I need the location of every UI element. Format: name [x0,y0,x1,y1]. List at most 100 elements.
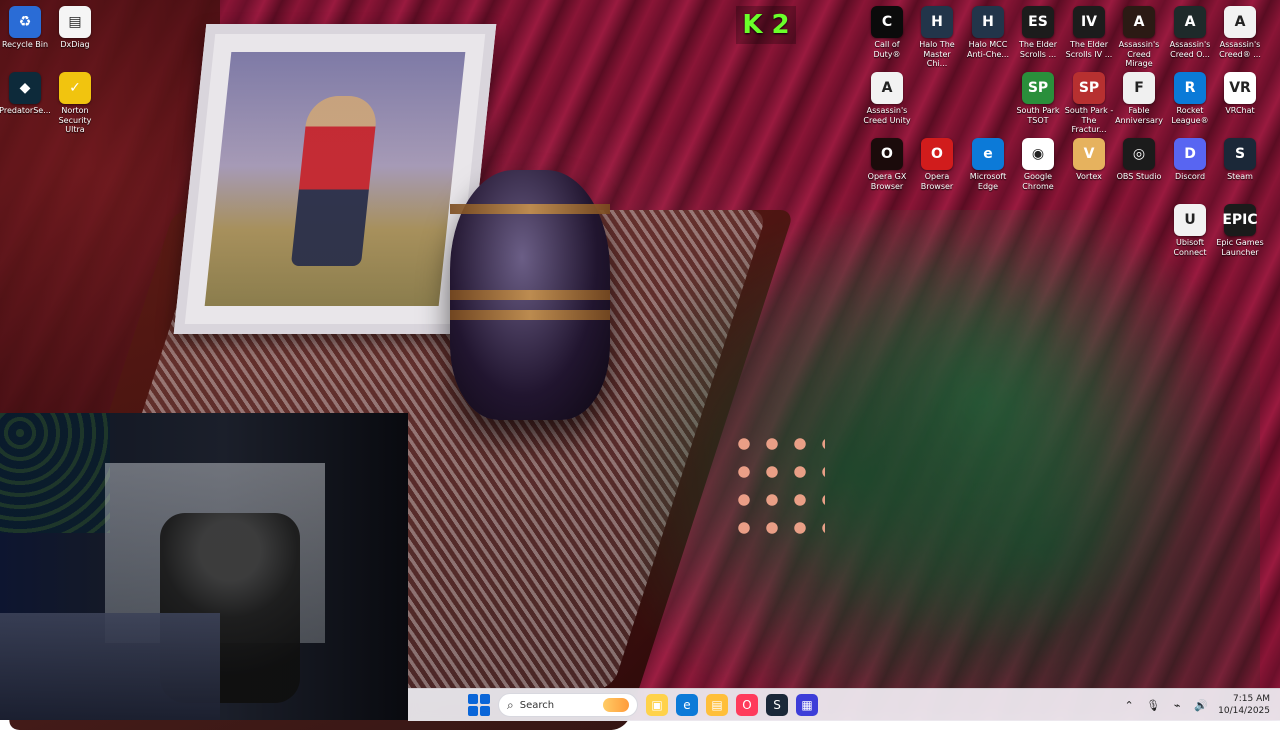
obs-icon: ◎ [1123,138,1155,170]
steam-icon: S [1224,138,1256,170]
folder-icon[interactable]: ▤ [706,694,728,716]
system-tray: ⌃ 🎙 ⌁ 🔊 7:15 AM 10/14/2025 [1122,693,1270,717]
desktop-icon-label: Opera GX Browser [867,172,907,191]
ubisoft-connect-icon: U [1174,204,1206,236]
desktop-icon[interactable]: ◎ OBS Studio [1114,138,1164,182]
assassins-creed-mirage-icon: A [1123,6,1155,38]
edge-icon: e [972,138,1004,170]
wifi-icon[interactable]: ⌁ [1170,698,1184,712]
desktop-icon-label: DxDiag [60,40,90,49]
webcam-bed [0,613,220,720]
webcam-overlay [0,413,408,720]
urn-band [450,204,610,214]
desktop-icon[interactable]: ♻ Recycle Bin [0,6,50,50]
urn-band [450,310,610,320]
desktop-icon[interactable]: ◉ Google Chrome [1013,138,1063,191]
vortex-icon: V [1073,138,1105,170]
desktop-icon-label: Vortex [1076,172,1102,181]
desktop-icon-label: South Park TSOT [1016,106,1060,125]
desktop-icon[interactable]: A Assassin's Creed® ... [1215,6,1265,59]
steam-icon[interactable]: S [766,694,788,716]
desktop-icon[interactable]: IV The Elder Scrolls IV ... [1064,6,1114,59]
taskbar-clock[interactable]: 7:15 AM 10/14/2025 [1218,693,1270,717]
clock-date: 10/14/2025 [1218,706,1270,716]
microphone-icon[interactable]: 🎙 [1146,698,1160,712]
desktop-icon[interactable]: ✓ Norton Security Ultra [50,72,100,135]
desktop-icon[interactable]: C Call of Duty® [862,6,912,59]
desktop-icon-label: Halo MCC Anti-Che... [967,40,1009,59]
desktop-icon[interactable]: ◆ PredatorSe... [0,72,51,116]
windows-start-icon[interactable] [468,694,490,716]
desktop-icon[interactable]: U Ubisoft Connect [1165,204,1215,257]
desktop-icon-label: Recycle Bin [1,40,49,49]
wallpaper-urn [450,170,610,420]
halo-mcc-icon: H [921,6,953,38]
desktop-icon-label: Halo The Master Chi... [919,40,955,68]
file-explorer-icon[interactable]: ▣ [646,694,668,716]
desktop-icon-label: PredatorSe... [0,106,51,115]
photo-person [290,96,379,266]
taskbar-left: ⌕ Search ▣ e ▤ O S ▦ [468,693,818,717]
taskbar: ⌕ Search ▣ e ▤ O S ▦ ⌃ 🎙 ⌁ 🔊 7:15 AM 10/14/20… [408,688,1280,721]
edge-icon[interactable]: e [676,694,698,716]
desktop-icon[interactable]: O Opera Browser [912,138,962,191]
wallpaper-photo [204,52,466,306]
desktop-icon[interactable]: SP South Park - The Fractur... [1064,72,1114,135]
desktop-icon[interactable]: VR VRChat [1215,72,1265,116]
desktop-icon-label: Assassin's Creed O... [1169,40,1211,59]
fable-icon: F [1123,72,1155,104]
desktop-badge: K 2 [736,6,796,44]
rocket-league-icon: R [1174,72,1206,104]
desktop-icon[interactable]: D Discord [1165,138,1215,182]
desktop-icon[interactable]: A Assassin's Creed O... [1165,6,1215,59]
assassins-creed-unity-icon: A [871,72,903,104]
norton-icon: ✓ [59,72,91,104]
document-icon: ▤ [59,6,91,38]
assassins-creed-origins-icon: A [1174,6,1206,38]
opera-icon[interactable]: O [736,694,758,716]
desktop-icon-label: Ubisoft Connect [1173,238,1207,257]
desktop-icon[interactable]: V Vortex [1064,138,1114,182]
wallpaper-flowers [730,430,825,540]
desktop-icon[interactable]: R Rocket League® [1165,72,1215,125]
app-icon[interactable]: ▦ [796,694,818,716]
desktop-icon-label: South Park - The Fractur... [1064,106,1114,134]
desktop-icon[interactable]: H Halo The Master Chi... [912,6,962,69]
predator-sense-icon: ◆ [9,72,41,104]
desktop-icon-label: Discord [1174,172,1206,181]
desktop-icon[interactable]: ▤ DxDiag [50,6,100,50]
desktop-icon[interactable]: A Assassin's Creed Mirage [1114,6,1164,69]
south-park-fractured-icon: SP [1073,72,1105,104]
desktop-icon-label: Epic Games Launcher [1216,238,1264,257]
desktop-icon[interactable]: A Assassin's Creed Unity [862,72,912,125]
desktop-icon-label: Assassin's Creed Unity [863,106,911,125]
desktop-icon-label: Fable Anniversary [1115,106,1163,125]
desktop-icon[interactable]: e Microsoft Edge [963,138,1013,191]
desktop-icon[interactable]: F Fable Anniversary [1114,72,1164,125]
south-park-tsot-icon: SP [1022,72,1054,104]
desktop-icon-label: Rocket League® [1171,106,1209,125]
desktop-icon-label: Assassin's Creed® ... [1219,40,1261,59]
webcam-curtain [0,413,110,533]
desktop-icon-label: Call of Duty® [873,40,901,59]
desktop-icon[interactable]: H Halo MCC Anti-Che... [963,6,1013,59]
urn-band [450,290,610,300]
taskbar-search[interactable]: ⌕ Search [498,693,638,717]
search-widget-icon [603,698,629,712]
desktop-icon[interactable]: S Steam [1215,138,1265,182]
desktop-icon-label: The Elder Scrolls ... [1019,40,1057,59]
desktop-icon[interactable]: ES The Elder Scrolls ... [1013,6,1063,59]
chevron-up-icon[interactable]: ⌃ [1122,698,1136,712]
assassins-creed-icon: A [1224,6,1256,38]
desktop-icon-label: VRChat [1225,106,1255,115]
desktop-icon-label: OBS Studio [1116,172,1162,181]
desktop-icon[interactable]: O Opera GX Browser [862,138,912,191]
opera-gx-icon: O [871,138,903,170]
speaker-icon[interactable]: 🔊 [1194,698,1208,712]
halo-anticheat-icon: H [972,6,1004,38]
wallpaper-photo-frame [173,24,497,334]
clock-time: 7:15 AM [1233,694,1270,704]
desktop-icon[interactable]: EPIC Epic Games Launcher [1215,204,1265,257]
desktop-icon[interactable]: SP South Park TSOT [1013,72,1063,125]
search-placeholder: Search [519,699,555,711]
